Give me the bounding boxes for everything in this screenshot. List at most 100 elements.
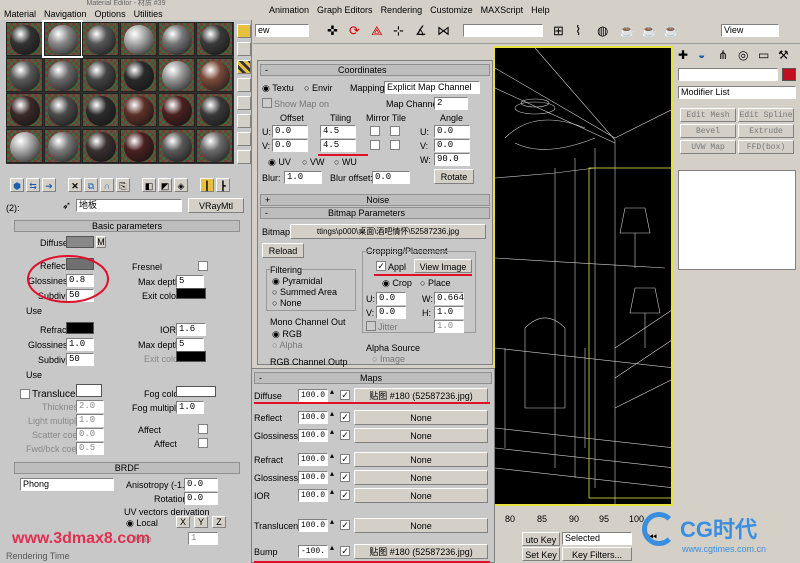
assign-material-icon[interactable]: ➜: [42, 178, 56, 192]
snap-icon[interactable]: ⊹: [393, 23, 404, 39]
material-slot[interactable]: [120, 22, 157, 56]
local-radio[interactable]: ◉ Local: [126, 518, 158, 529]
video-color-button[interactable]: [237, 96, 251, 110]
map-row-amount[interactable]: 100.0: [298, 453, 328, 466]
angle-snap-icon[interactable]: ∡: [415, 23, 427, 39]
refract-swatch[interactable]: [66, 322, 94, 334]
menu-animation[interactable]: Animation: [269, 5, 309, 15]
jitter-checkbox[interactable]: [366, 321, 376, 331]
refr-subdivs-field[interactable]: 50: [66, 353, 94, 366]
maps-header[interactable]: - Maps: [254, 372, 492, 384]
menu-options[interactable]: Options: [95, 9, 126, 19]
map-row-button[interactable]: None: [354, 518, 488, 533]
menu-utilities[interactable]: Utilities: [134, 9, 163, 19]
material-slot[interactable]: [158, 93, 195, 127]
crop-w-field[interactable]: 0.664: [434, 292, 464, 305]
refr-exit-color-swatch[interactable]: [176, 351, 206, 362]
material-slot[interactable]: [44, 128, 81, 163]
uv-radio[interactable]: ◉ UV: [268, 157, 291, 168]
u-mirror-checkbox[interactable]: [370, 126, 380, 136]
map-row-amount[interactable]: 100.0: [298, 429, 328, 442]
fresnel-checkbox[interactable]: [198, 261, 208, 271]
map-row-checkbox[interactable]: ✓: [340, 472, 350, 482]
material-slot[interactable]: [6, 128, 43, 163]
make-copy-icon[interactable]: ⧉: [84, 178, 98, 192]
material-slot[interactable]: [196, 128, 233, 163]
z-button[interactable]: Z: [212, 516, 226, 528]
map-row-amount[interactable]: 100.0: [298, 489, 328, 502]
material-type-button[interactable]: VRayMtl: [188, 198, 244, 213]
basic-params-header[interactable]: Basic parameters: [14, 220, 240, 232]
material-slot[interactable]: [158, 57, 195, 92]
modify-tab-icon[interactable]: ◒: [698, 48, 705, 62]
anisotropy-field[interactable]: 0.0: [184, 478, 218, 491]
noise-header[interactable]: + Noise: [260, 194, 490, 206]
scatter-field[interactable]: 0.0: [76, 428, 104, 441]
diffuse-map-button[interactable]: M: [96, 236, 106, 248]
exit-color-swatch[interactable]: [176, 288, 206, 299]
select-by-material-button[interactable]: [237, 150, 251, 164]
utilities-tab-icon[interactable]: ⚒: [778, 48, 789, 62]
crop-radio[interactable]: ◉ Crop: [382, 278, 412, 289]
map-row-amount[interactable]: 100.0: [298, 411, 328, 424]
v-tiling-field[interactable]: 4.5: [320, 139, 356, 152]
brdf-type-select[interactable]: Phong: [20, 478, 114, 491]
map-row-spinner[interactable]: ▴: [330, 452, 334, 460]
put-to-library-icon[interactable]: ⎘: [116, 178, 130, 192]
rotate-button[interactable]: Rotate: [434, 169, 474, 184]
modifier-button[interactable]: Edit Mesh: [680, 108, 736, 122]
translucency-checkbox[interactable]: [20, 389, 30, 399]
modifier-button[interactable]: Bevel: [680, 124, 736, 138]
go-forward-icon[interactable]: ┣: [216, 178, 230, 192]
material-slot[interactable]: [42, 20, 83, 58]
key-filters-button[interactable]: Key Filters...: [562, 547, 632, 561]
translucency-swatch[interactable]: [76, 384, 102, 397]
crop-u-field[interactable]: 0.0: [376, 292, 406, 305]
backlight-button[interactable]: [237, 42, 251, 56]
map-channel-field[interactable]: 1: [188, 532, 218, 545]
mirror-icon[interactable]: ⋈: [437, 23, 450, 39]
wu-radio[interactable]: ○ WU: [334, 157, 357, 167]
map-row-checkbox[interactable]: ✓: [340, 430, 350, 440]
map-row-checkbox[interactable]: ✓: [340, 390, 350, 400]
select-rotate-icon[interactable]: ⟳: [349, 23, 360, 39]
summed-area-radio[interactable]: ○ Summed Area: [272, 287, 337, 297]
apply-checkbox[interactable]: ✓: [376, 261, 386, 271]
map-row-button[interactable]: None: [354, 470, 488, 485]
map-row-button[interactable]: None: [354, 410, 488, 425]
material-slot[interactable]: [44, 93, 81, 127]
coord-map-channel-field[interactable]: 2: [434, 97, 468, 110]
sample-type-button[interactable]: [237, 24, 251, 38]
menu-navigation[interactable]: Navigation: [44, 9, 87, 19]
bitmap-path-button[interactable]: ttings\p000\桌面\酒吧情怀\52587236.jpg: [290, 224, 486, 239]
put-to-scene-icon[interactable]: ⇆: [26, 178, 40, 192]
material-slot[interactable]: [44, 57, 81, 92]
material-slot[interactable]: [196, 57, 233, 92]
reset-icon[interactable]: ✕: [68, 178, 82, 192]
max-depth-field[interactable]: 5: [176, 275, 204, 288]
object-name-field[interactable]: [678, 68, 778, 81]
diffuse-swatch[interactable]: [66, 236, 94, 248]
material-slot[interactable]: [120, 57, 157, 92]
filter-none-radio[interactable]: ○ None: [272, 298, 301, 308]
material-name-field[interactable]: 地板: [76, 199, 182, 212]
v-offset-field[interactable]: 0.0: [272, 139, 308, 152]
blur-offset-field[interactable]: 0.0: [372, 171, 410, 184]
view-dropdown-left[interactable]: ew: [255, 24, 309, 37]
uv-tiling-button[interactable]: [237, 78, 251, 92]
v-tile-checkbox[interactable]: [390, 140, 400, 150]
material-slot[interactable]: [82, 22, 119, 56]
menu-graph-editors[interactable]: Graph Editors: [317, 5, 373, 15]
material-slot[interactable]: [158, 22, 195, 56]
map-row-button[interactable]: 贴图 #180 (52587236.jpg): [354, 544, 488, 559]
curve-editor-icon[interactable]: ⌇: [575, 23, 581, 39]
menu-rendering[interactable]: Rendering: [381, 5, 423, 15]
show-map-checkbox[interactable]: [262, 98, 272, 108]
modifier-button[interactable]: FFD(box): [738, 140, 794, 154]
map-row-amount[interactable]: 100.0: [298, 519, 328, 532]
map-row-spinner[interactable]: ▴: [330, 518, 334, 526]
select-move-icon[interactable]: ✜: [327, 23, 338, 39]
material-slot[interactable]: [196, 22, 233, 56]
modifier-button[interactable]: Edit Spline: [738, 108, 794, 122]
show-map-icon[interactable]: ◩: [158, 178, 172, 192]
